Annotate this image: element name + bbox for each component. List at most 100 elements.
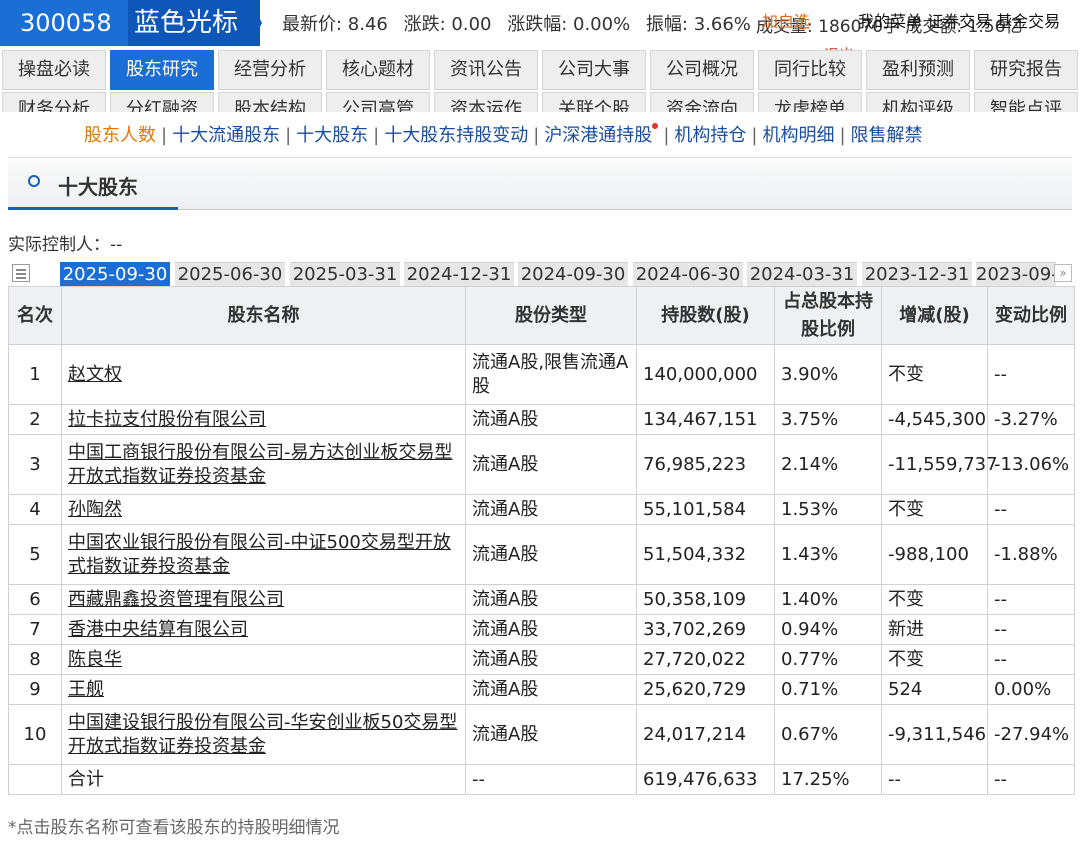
holder-link[interactable]: 赵文权 <box>68 364 122 385</box>
cell-change-pct: -- <box>987 584 1075 615</box>
table-row: 9 王舰 流通A股 25,620,729 0.71% 524 0.00% <box>8 674 1075 705</box>
holder-link[interactable]: 中国建设银行股份有限公司-华安创业板50交易型开放式指数证券投资基金 <box>68 712 457 757</box>
holder-link[interactable]: 中国工商银行股份有限公司-易方达创业板交易型开放式指数证券投资基金 <box>68 442 453 487</box>
price-change: 涨跌: 0.00 <box>403 14 492 35</box>
cell-share-type: 流通A股 <box>465 584 637 615</box>
section-title: 十大股东 <box>58 175 138 199</box>
subnav-holder-count[interactable]: 股东人数 <box>84 125 156 146</box>
cell-rank: 2 <box>8 404 62 435</box>
subnav-connect-holdings[interactable]: 沪深港通持股 <box>544 125 652 146</box>
cell-change-pct: -3.27% <box>987 404 1075 435</box>
tab-peer-comparison[interactable]: 同行比较 <box>758 50 862 90</box>
date-tab[interactable]: 2025-06-30 <box>175 262 285 286</box>
subnav-institution-holdings[interactable]: 机构持仓 <box>674 125 746 146</box>
cell-holder-name: 孙陶然 <box>61 494 466 525</box>
cell-change: 不变 <box>881 494 988 525</box>
price-change-pct: 涨跌幅: 0.00% <box>507 14 631 35</box>
date-tab[interactable]: 2023-12-31 <box>862 262 972 286</box>
tab-fund-flow[interactable]: 资金流向 <box>650 92 754 112</box>
date-tab[interactable]: 2024-09-30 <box>518 262 628 286</box>
secondary-tabs: 财务分析 分红融资 股本结构 公司高管 资本运作 关联个股 资金流向 龙虎榜单 … <box>2 92 1080 112</box>
cell-total-change: -- <box>881 764 988 795</box>
subnav-top10-float[interactable]: 十大流通股东 <box>172 125 280 146</box>
table-header-row: 名次 股东名称 股份类型 持股数(股) 占总股本持股比例 增减(股) 变动比例 <box>8 286 1075 345</box>
cell-pct: 0.67% <box>774 704 882 765</box>
holder-link[interactable]: 西藏鼎鑫投资管理有限公司 <box>68 589 284 610</box>
subnav-institution-details[interactable]: 机构明细 <box>762 125 834 146</box>
tab-institution-ratings[interactable]: 机构评级 <box>866 92 970 112</box>
actual-controller: 实际控制人：-- <box>8 235 123 255</box>
cell-empty <box>8 764 62 795</box>
holder-link[interactable]: 香港中央结算有限公司 <box>68 619 248 640</box>
cell-change: -988,100 <box>881 524 988 585</box>
subnav-lockup-release[interactable]: 限售解禁 <box>851 125 923 146</box>
cell-rank: 8 <box>8 644 62 675</box>
holder-link[interactable]: 拉卡拉支付股份有限公司 <box>68 409 266 430</box>
date-tab[interactable]: 2025-09-30 <box>60 262 170 286</box>
cell-total-label: 合计 <box>61 764 466 795</box>
subnav-top10-changes[interactable]: 十大股东持股变动 <box>384 125 528 146</box>
tab-capital-operations[interactable]: 资本运作 <box>434 92 538 112</box>
tab-related-stocks[interactable]: 关联个股 <box>542 92 646 112</box>
cell-change: -4,545,300 <box>881 404 988 435</box>
holder-link[interactable]: 孙陶然 <box>68 499 122 520</box>
tab-research-reports[interactable]: 研究报告 <box>974 50 1078 90</box>
col-rank: 名次 <box>8 286 62 345</box>
tab-earnings-forecast[interactable]: 盈利预测 <box>866 50 970 90</box>
cell-change: 新进 <box>881 614 988 645</box>
col-share-type: 股份类型 <box>465 286 637 345</box>
holder-link[interactable]: 中国农业银行股份有限公司-中证500交易型开放式指数证券投资基金 <box>68 532 451 577</box>
new-dot-badge <box>652 123 659 129</box>
main-tabs: 操盘必读 股东研究 经营分析 核心题材 资讯公告 公司大事 公司概况 同行比较 … <box>2 50 1080 90</box>
cell-rank: 6 <box>8 584 62 615</box>
cell-change-pct: -1.88% <box>987 524 1075 585</box>
tab-financial-analysis[interactable]: 财务分析 <box>2 92 106 112</box>
date-tab[interactable]: 2024-06-30 <box>633 262 743 286</box>
stock-header: 300058 蓝色光标 最新价: 8.46 涨跌: 0.00 涨跌幅: 0.00… <box>0 0 1080 64</box>
cell-change-pct: -- <box>987 644 1075 675</box>
tab-smart-review[interactable]: 智能点评 <box>974 92 1078 112</box>
cell-shares: 51,504,332 <box>636 524 775 585</box>
report-date-tabs: 2025-09-30 2025-06-30 2025-03-31 2024-12… <box>8 262 1074 286</box>
cell-holder-name: 西藏鼎鑫投资管理有限公司 <box>61 584 466 615</box>
tab-shareholder-research[interactable]: 股东研究 <box>110 50 214 90</box>
cell-pct: 1.40% <box>774 584 882 615</box>
circle-bullet-icon <box>28 175 40 187</box>
next-dates-icon[interactable]: » <box>1054 264 1072 282</box>
tab-panel-must-read[interactable]: 操盘必读 <box>2 50 106 90</box>
cell-rank: 9 <box>8 674 62 705</box>
date-tab[interactable]: 2024-03-31 <box>747 262 857 286</box>
tab-company-profile[interactable]: 公司概况 <box>650 50 754 90</box>
col-holder-name: 股东名称 <box>61 286 466 345</box>
date-tab[interactable]: 2023-09-30 <box>976 262 1056 286</box>
add-favorite-link[interactable]: 加自选 <box>762 8 810 32</box>
stock-name-arrow <box>250 0 262 46</box>
tab-major-events[interactable]: 公司大事 <box>542 50 646 90</box>
cell-shares: 140,000,000 <box>636 344 775 405</box>
col-pct: 占总股本持股比例 <box>774 286 882 345</box>
section-divider <box>178 209 1072 210</box>
cell-pct: 0.77% <box>774 644 882 675</box>
table-row: 6 西藏鼎鑫投资管理有限公司 流通A股 50,358,109 1.40% 不变 -- <box>8 584 1075 615</box>
tab-share-structure[interactable]: 股本结构 <box>218 92 322 112</box>
tab-operations[interactable]: 经营分析 <box>218 50 322 90</box>
tab-news[interactable]: 资讯公告 <box>434 50 538 90</box>
list-icon[interactable] <box>12 264 30 282</box>
cell-holder-name: 赵文权 <box>61 344 466 405</box>
section-header: 十大股东 <box>8 157 1072 210</box>
table-row: 8 陈良华 流通A股 27,720,022 0.77% 不变 -- <box>8 644 1075 675</box>
date-tab[interactable]: 2025-03-31 <box>290 262 400 286</box>
col-change: 增减(股) <box>881 286 988 345</box>
date-tab[interactable]: 2024-12-31 <box>404 262 514 286</box>
cell-pct: 1.53% <box>774 494 882 525</box>
holder-link[interactable]: 陈良华 <box>68 649 122 670</box>
subnav-top10-holders[interactable]: 十大股东 <box>296 125 368 146</box>
tab-dividends[interactable]: 分红融资 <box>110 92 214 112</box>
cell-shares: 134,467,151 <box>636 404 775 435</box>
top-menu-links[interactable]: 我的菜单 证券交易 基金交易 <box>858 8 1060 32</box>
tab-dragon-tiger[interactable]: 龙虎榜单 <box>758 92 862 112</box>
tab-executives[interactable]: 公司高管 <box>326 92 430 112</box>
holder-link[interactable]: 王舰 <box>68 679 104 700</box>
cell-pct: 2.14% <box>774 434 882 495</box>
tab-core-themes[interactable]: 核心题材 <box>326 50 430 90</box>
